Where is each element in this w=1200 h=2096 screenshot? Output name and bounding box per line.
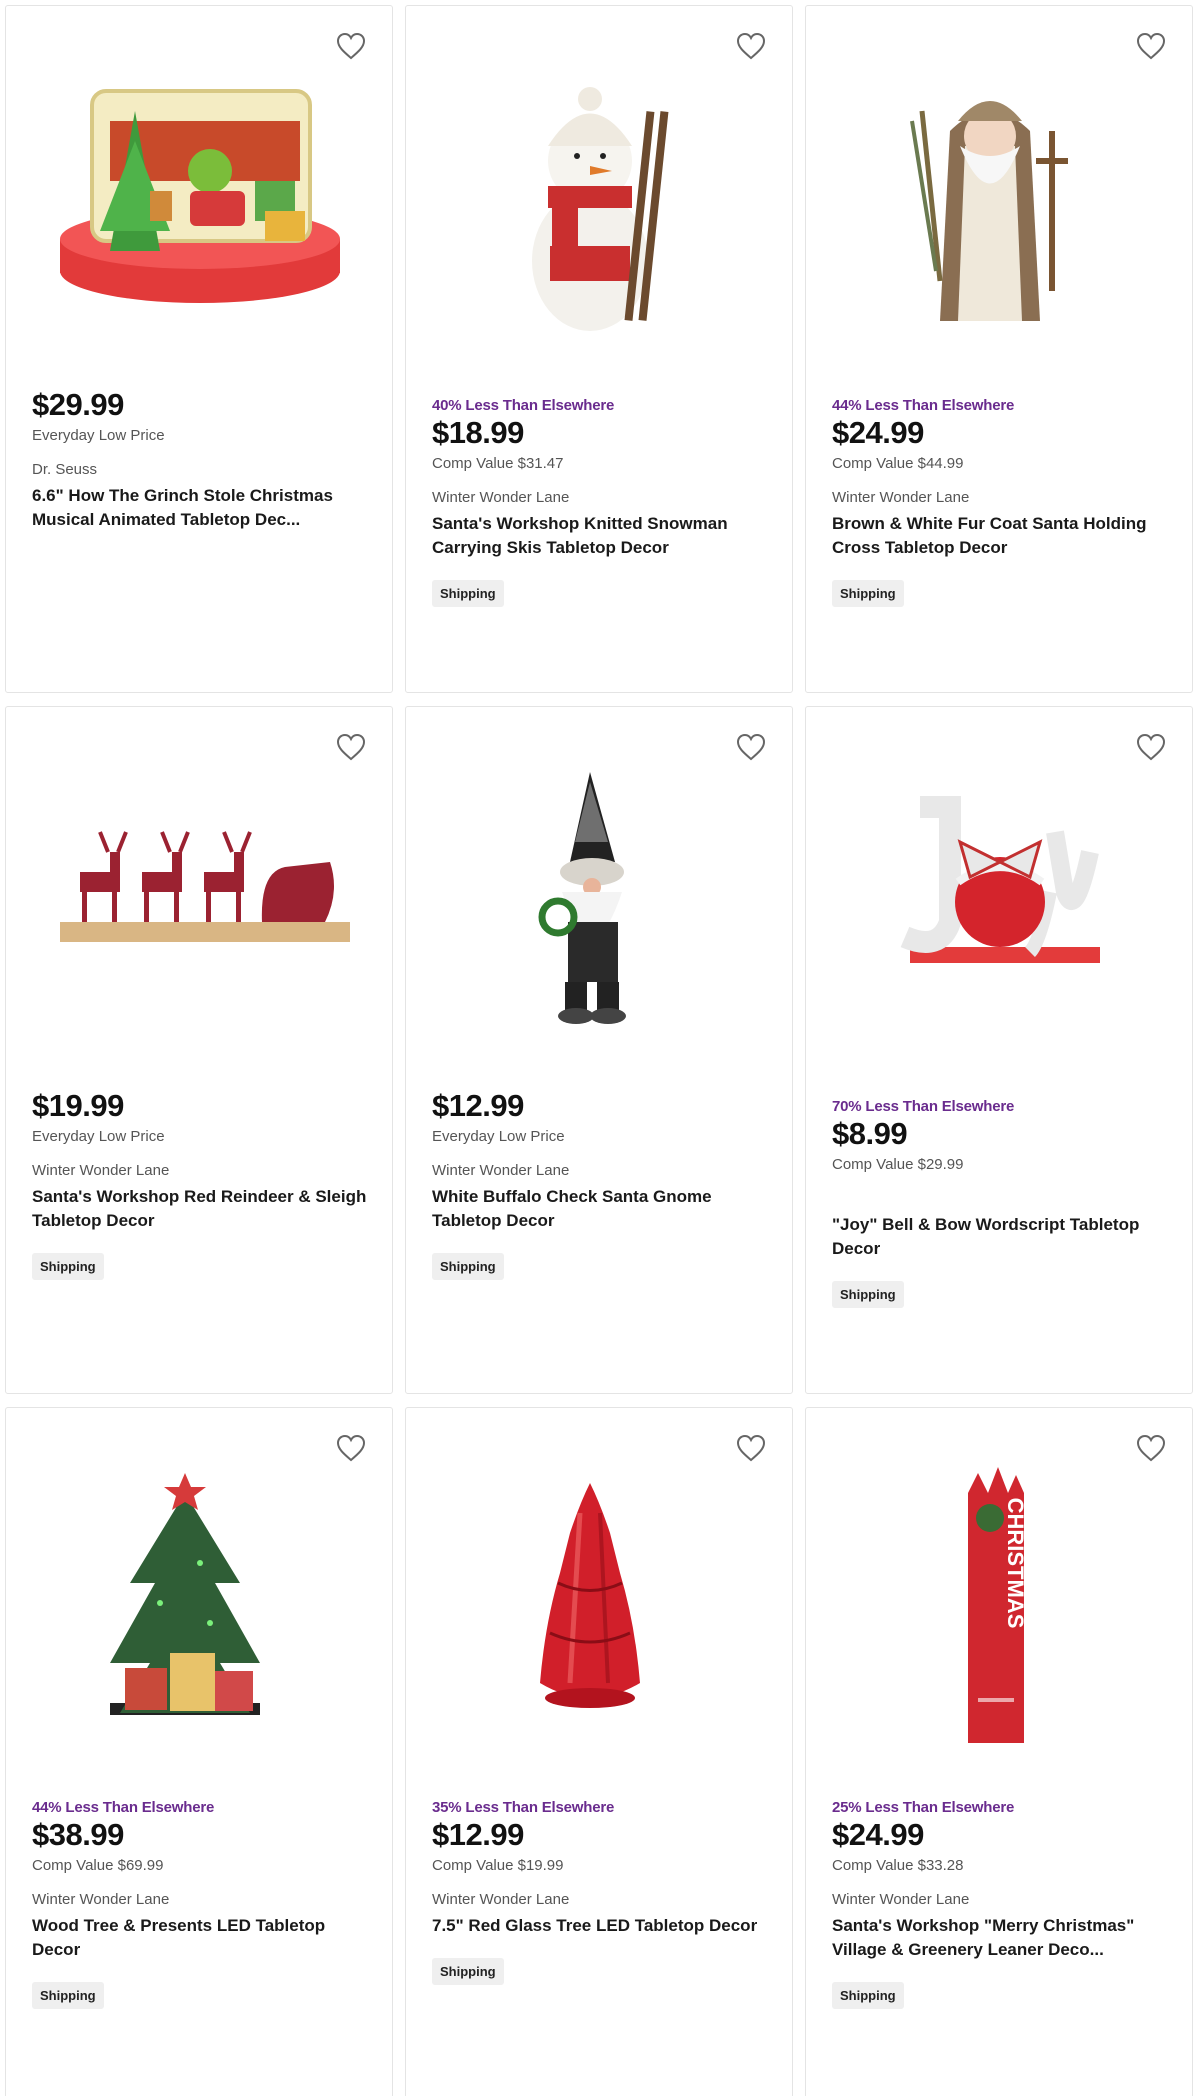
product-image[interactable]	[430, 1438, 770, 1768]
product-price: $24.99	[832, 415, 924, 450]
shipping-tag: Shipping	[32, 1253, 104, 1280]
product-title[interactable]: White Buffalo Check Santa Gnome Tabletop…	[432, 1185, 770, 1233]
product-title[interactable]: 7.5" Red Glass Tree LED Tabletop Decor	[432, 1914, 770, 1938]
price-note: Everyday Low Price	[32, 427, 165, 444]
product-card[interactable]: 70% Less Than Elsewhere $8.99 Comp Value…	[805, 706, 1193, 1394]
product-title[interactable]: Wood Tree & Presents LED Tabletop Decor	[32, 1914, 370, 1962]
product-price: $24.99	[832, 1817, 924, 1852]
shipping-tag: Shipping	[432, 1958, 504, 1985]
product-brand: Winter Wonder Lane	[832, 1891, 970, 1908]
product-card[interactable]: $12.99 Everyday Low Price Winter Wonder …	[405, 706, 793, 1394]
discount-badge: 44% Less Than Elsewhere	[832, 397, 1015, 414]
price-note: Comp Value $69.99	[32, 1857, 164, 1874]
product-title[interactable]: Santa's Workshop Red Reindeer & Sleigh T…	[32, 1185, 370, 1233]
price-note: Comp Value $31.47	[432, 455, 564, 472]
price-note: Comp Value $33.28	[832, 1857, 964, 1874]
product-card[interactable]: 44% Less Than Elsewhere $38.99 Comp Valu…	[5, 1407, 393, 2096]
discount-badge: 40% Less Than Elsewhere	[432, 397, 615, 414]
price-note: Comp Value $19.99	[432, 1857, 564, 1874]
shipping-tag: Shipping	[832, 1982, 904, 2009]
product-image[interactable]	[830, 36, 1170, 366]
price-note: Everyday Low Price	[432, 1128, 565, 1145]
product-card[interactable]: 40% Less Than Elsewhere $18.99 Comp Valu…	[405, 5, 793, 693]
product-card[interactable]: $29.99 Everyday Low Price Dr. Seuss 6.6"…	[5, 5, 393, 693]
product-card[interactable]: 44% Less Than Elsewhere $24.99 Comp Valu…	[805, 5, 1193, 693]
product-image[interactable]	[30, 1438, 370, 1768]
discount-badge: 70% Less Than Elsewhere	[832, 1098, 1015, 1115]
product-price: $18.99	[432, 415, 524, 450]
discount-badge: 44% Less Than Elsewhere	[32, 1799, 215, 1816]
product-brand: Winter Wonder Lane	[432, 1162, 570, 1179]
shipping-tag: Shipping	[832, 580, 904, 607]
product-image[interactable]	[30, 737, 370, 1067]
discount-badge: 35% Less Than Elsewhere	[432, 1799, 615, 1816]
product-image[interactable]: CHRISTMAS	[830, 1438, 1170, 1768]
product-image[interactable]	[830, 737, 1170, 1067]
product-brand: Winter Wonder Lane	[32, 1162, 170, 1179]
price-note: Everyday Low Price	[32, 1128, 165, 1145]
shipping-tag: Shipping	[432, 580, 504, 607]
product-card[interactable]: $19.99 Everyday Low Price Winter Wonder …	[5, 706, 393, 1394]
product-grid: $29.99 Everyday Low Price Dr. Seuss 6.6"…	[0, 0, 1200, 2096]
product-brand: Winter Wonder Lane	[432, 489, 570, 506]
product-title[interactable]: 6.6" How The Grinch Stole Christmas Musi…	[32, 484, 370, 532]
product-brand: Dr. Seuss	[32, 461, 98, 478]
price-note: Comp Value $29.99	[832, 1156, 964, 1173]
shipping-tag: Shipping	[432, 1253, 504, 1280]
product-price: $12.99	[432, 1817, 524, 1852]
product-title[interactable]: Santa's Workshop Knitted Snowman Carryin…	[432, 512, 770, 560]
product-brand: Winter Wonder Lane	[832, 489, 970, 506]
shipping-tag: Shipping	[32, 1982, 104, 2009]
product-price: $29.99	[32, 387, 124, 422]
product-title[interactable]: Santa's Workshop "Merry Christmas" Villa…	[832, 1914, 1170, 1962]
leaner-text: CHRISTMAS	[1003, 1498, 1028, 1629]
product-price: $38.99	[32, 1817, 124, 1852]
product-image[interactable]	[30, 36, 370, 366]
product-price: $12.99	[432, 1088, 524, 1123]
product-price: $19.99	[32, 1088, 124, 1123]
price-note: Comp Value $44.99	[832, 455, 964, 472]
product-brand	[832, 1189, 1170, 1209]
product-card[interactable]: CHRISTMAS 25% Less Than Elsewhere $24.99…	[805, 1407, 1193, 2096]
discount-badge: 25% Less Than Elsewhere	[832, 1799, 1015, 1816]
product-price: $8.99	[832, 1116, 908, 1151]
product-image[interactable]	[430, 36, 770, 366]
product-title[interactable]: Brown & White Fur Coat Santa Holding Cro…	[832, 512, 1170, 560]
product-image[interactable]	[430, 737, 770, 1067]
product-title[interactable]: "Joy" Bell & Bow Wordscript Tabletop Dec…	[832, 1213, 1170, 1261]
product-card[interactable]: 35% Less Than Elsewhere $12.99 Comp Valu…	[405, 1407, 793, 2096]
shipping-tag: Shipping	[832, 1281, 904, 1308]
product-brand: Winter Wonder Lane	[32, 1891, 170, 1908]
product-brand: Winter Wonder Lane	[432, 1891, 570, 1908]
